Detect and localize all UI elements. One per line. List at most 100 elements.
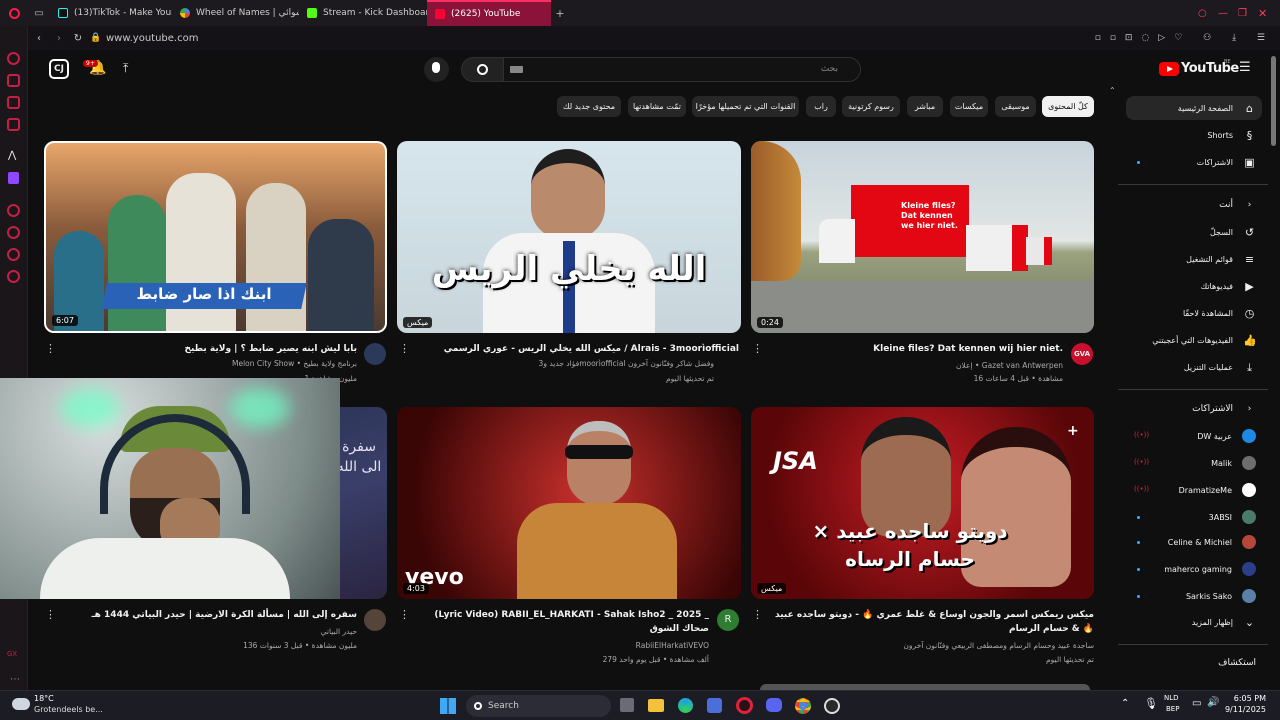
new-tab-button[interactable]: + xyxy=(551,7,569,20)
more-options-icon[interactable]: ⋮ xyxy=(752,608,763,621)
sidebar-you-heading[interactable]: أنت › xyxy=(1126,193,1262,217)
sidebar-item-subscriptions[interactable]: الاشتراكات ▣ xyxy=(1126,150,1262,174)
keyboard-icon[interactable] xyxy=(510,66,523,73)
url-field[interactable]: www.youtube.com xyxy=(104,33,198,44)
more-options-icon[interactable]: ⋮ xyxy=(399,608,410,621)
twitch-icon[interactable] xyxy=(8,172,19,184)
chip-mixes[interactable]: ميكسات xyxy=(950,96,988,117)
user-avatar[interactable]: CJ xyxy=(49,59,69,79)
video-thumbnail[interactable]: ابنك اذا صار ضابط 6:07 xyxy=(44,141,387,333)
channel-avatar[interactable] xyxy=(364,343,386,365)
video-channel[interactable]: حيدر البياتي xyxy=(62,625,357,638)
sidebar-item-home[interactable]: الصفحة الرئيسية ⌂ xyxy=(1126,96,1262,120)
sidebar-item-watch-later[interactable]: المشاهدة لاحقًا ◷ xyxy=(1126,301,1262,325)
weather-icon[interactable] xyxy=(12,698,30,710)
chip-watched[interactable]: تمّت مشاهدتها xyxy=(628,96,686,117)
opera-logo-icon[interactable] xyxy=(0,7,28,19)
player-icon[interactable] xyxy=(7,204,20,217)
video-channel[interactable]: فؤاد جديد و3moorìofficial وفضل شاكر وفنّ… xyxy=(416,357,714,370)
video-channel[interactable]: Melon City Show • برنامج ولاية بطيخ xyxy=(62,357,357,370)
chip-live[interactable]: مباشر xyxy=(907,96,943,117)
discord-icon[interactable] xyxy=(766,698,782,712)
lang-indicator-2[interactable]: BEP xyxy=(1166,705,1179,713)
sidebar-item-your-videos[interactable]: فيديوهاتك ▶ xyxy=(1126,274,1262,298)
clock-date[interactable]: 9/11/2025 xyxy=(1220,705,1266,714)
video-channel[interactable]: إعلان • Gazet van Antwerpen xyxy=(770,359,1063,372)
tab-wheel-of-names[interactable]: Wheel of Names | عشوائي xyxy=(172,0,299,26)
sidebar-sub-maherco[interactable]: maherco gaming xyxy=(1126,557,1262,581)
tray-chevron-icon[interactable]: ⌃ xyxy=(1121,698,1129,709)
reload-icon[interactable]: ↻ xyxy=(68,33,88,44)
upload-icon[interactable]: ⤒ xyxy=(123,61,128,76)
clock-time[interactable]: 6:05 PM xyxy=(1226,694,1266,703)
sidebar-item-downloads[interactable]: عمليات التنزيل ⤓ xyxy=(1126,355,1262,379)
mic-tray-icon[interactable]: 🎙 xyxy=(1144,697,1158,710)
channel-avatar[interactable]: R xyxy=(717,609,739,631)
video-thumbnail[interactable]: الله يخلي الريس ميكس xyxy=(397,141,741,333)
chip-recently-uploaded[interactable]: القنوات التي تم تحميلها مؤخرًا xyxy=(692,96,799,117)
close-window-button[interactable]: ✕ xyxy=(1258,7,1280,20)
more-options-icon[interactable]: ⋮ xyxy=(45,608,56,621)
network-icon[interactable]: ▭ xyxy=(1192,698,1201,709)
video-title[interactable]: بابا ليش ابنه يصير ضابط ؟ | ولاية بطيخ xyxy=(62,342,357,356)
more-options-icon[interactable]: ⋮ xyxy=(752,342,763,355)
video-title[interactable]: ميكس الله يخلي الريس - عوري الرسمي / Alr… xyxy=(416,342,739,356)
extensions-sidebar-icon[interactable] xyxy=(7,248,20,261)
settings-sidebar-icon[interactable] xyxy=(7,270,20,283)
more-sidebar-icon[interactable]: ⋯ xyxy=(10,674,20,685)
sidebar-item-history[interactable]: السجلّ ↺ xyxy=(1126,220,1262,244)
opera-gx-taskbar-icon[interactable] xyxy=(736,697,753,714)
channel-avatar[interactable] xyxy=(364,609,386,631)
taskbar-search[interactable]: Search xyxy=(466,695,611,717)
sidebar-show-more[interactable]: إظهار المزيد ⌄ xyxy=(1126,610,1262,634)
video-thumbnail[interactable]: JSA دويتو ساجده عبيد × حسام الرساه + ميك… xyxy=(751,407,1094,599)
sidebar-item-playlists[interactable]: قوائم التشغيل ≡ xyxy=(1126,247,1262,271)
chip-rap[interactable]: راب xyxy=(806,96,836,117)
video-title[interactable]: ميكس ريمكس اسمر والجون اوساع & غلط عمري … xyxy=(770,608,1094,636)
search-tabs-icon[interactable]: ○ xyxy=(1198,8,1218,19)
whatsapp-icon[interactable] xyxy=(7,96,20,109)
tab-youtube[interactable]: (2625) YouTube xyxy=(427,0,551,26)
forward-icon[interactable]: › xyxy=(50,33,68,44)
chip-cartoons[interactable]: رسوم كرتونية xyxy=(842,96,900,117)
back-icon[interactable]: ‹ xyxy=(28,33,50,44)
scrollbar[interactable] xyxy=(1271,56,1276,146)
start-icon[interactable] xyxy=(440,698,456,714)
file-explorer-icon[interactable] xyxy=(648,699,664,712)
collapse-chevron-icon[interactable]: ⌃ xyxy=(1109,86,1116,95)
instagram-icon[interactable] xyxy=(7,118,20,131)
tab-tiktok[interactable]: (13)TikTok - Make Your Day xyxy=(50,0,172,26)
sidebar-item-liked[interactable]: الفيديوهات التي أعجبتني 👍 xyxy=(1126,328,1262,352)
video-channel[interactable]: RabiiElHarkatiVEVO xyxy=(416,639,709,652)
video-title[interactable]: Kleine files? Dat kennen wij hier niet. xyxy=(770,342,1063,356)
minimize-button[interactable]: — xyxy=(1218,8,1238,19)
edge-icon[interactable] xyxy=(678,698,693,713)
workspaces-icon[interactable]: ▭ xyxy=(28,8,50,19)
video-channel[interactable]: ساجدة عبيد وحسام الرسام ومصطفى الربيعي و… xyxy=(770,639,1094,652)
search-button[interactable] xyxy=(461,57,504,82)
toolbar-icons[interactable]: ▫▫⊡◌▷♡ ⚇ ⤓ ☰ xyxy=(1095,33,1280,43)
tab-kick[interactable]: Stream - Kick Dashboard xyxy=(299,0,427,26)
task-view-icon[interactable] xyxy=(620,698,634,712)
more-options-icon[interactable]: ⋮ xyxy=(399,342,410,355)
lang-indicator[interactable]: NLD xyxy=(1164,694,1179,702)
sidebar-sub-sarkis[interactable]: Sarkis Sako xyxy=(1126,584,1262,608)
video-thumbnail[interactable]: vevo 4:03 xyxy=(397,407,741,599)
gx-icon[interactable]: GX xyxy=(7,650,17,658)
chip-music[interactable]: موسيقى xyxy=(995,96,1036,117)
weather-desc[interactable]: Grotendeels be... xyxy=(34,705,103,714)
history-sidebar-icon[interactable] xyxy=(7,226,20,239)
opera-ai-icon[interactable] xyxy=(7,52,20,65)
maximize-button[interactable]: ❐ xyxy=(1238,8,1258,19)
voice-search-button[interactable] xyxy=(424,57,449,82)
sidebar-subs-heading[interactable]: الاشتراكات › xyxy=(1126,397,1262,421)
store-icon[interactable] xyxy=(707,698,722,713)
menu-icon[interactable]: ☰ xyxy=(1239,60,1251,75)
obs-icon[interactable] xyxy=(824,698,840,714)
search-input[interactable]: بحث xyxy=(503,57,861,82)
video-title[interactable]: سفره إلى الله | مسألة الكرة الارضية | حي… xyxy=(62,608,357,622)
more-options-icon[interactable]: ⋮ xyxy=(45,342,56,355)
chip-new-to-you[interactable]: محتوى جديد لك xyxy=(557,96,621,117)
weather-temp[interactable]: 18°C xyxy=(34,694,54,703)
sidebar-item-shorts[interactable]: Shorts § xyxy=(1126,123,1262,147)
